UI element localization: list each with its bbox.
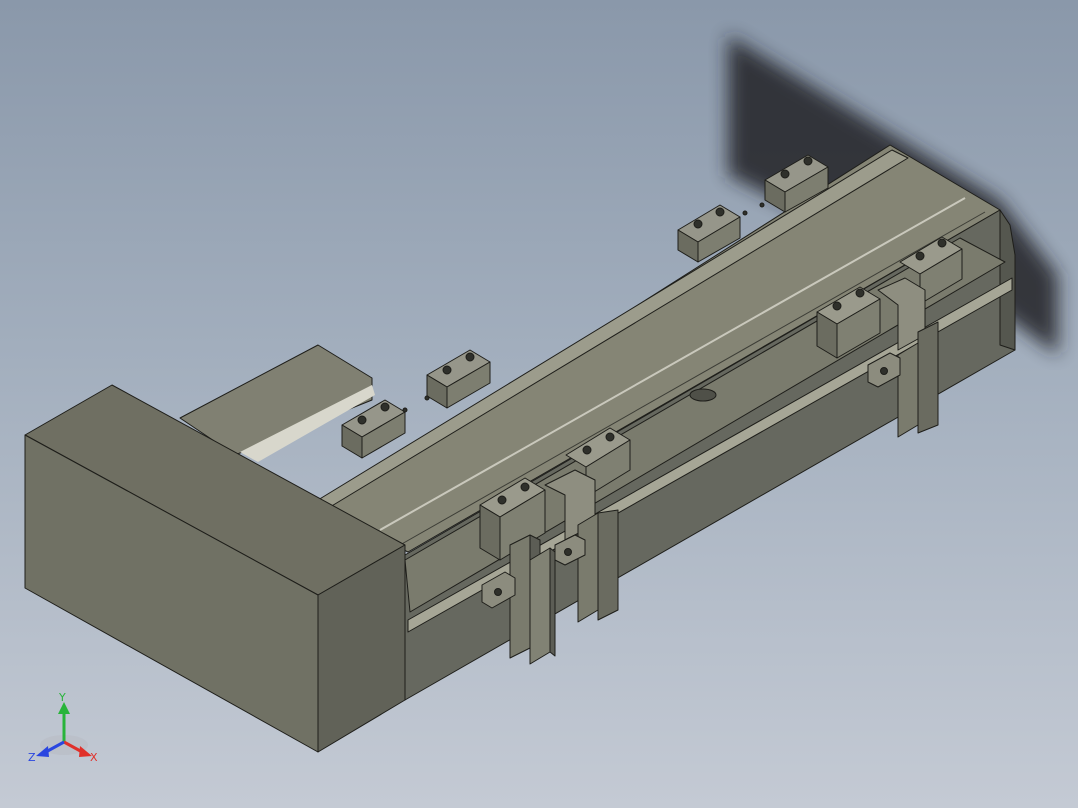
cad-viewport[interactable]: Y X Z xyxy=(0,0,1078,808)
bolt-hole-icon xyxy=(780,169,790,179)
sensor-post-front-2[interactable] xyxy=(529,547,556,665)
3d-model-view[interactable] xyxy=(0,0,1078,808)
bolt-hole-icon xyxy=(915,251,925,261)
bolt-hole-icon xyxy=(497,495,507,505)
mount-block-2[interactable] xyxy=(426,349,491,409)
bolt-hole-icon xyxy=(937,238,947,248)
bolt-hole-icon xyxy=(693,219,703,229)
screw-icon xyxy=(564,548,572,556)
bolt-hole-icon xyxy=(832,301,842,311)
rivet-icon xyxy=(742,210,748,216)
screw-icon xyxy=(494,588,502,596)
sensor-post-front-3[interactable] xyxy=(577,509,619,623)
bolt-hole-icon xyxy=(582,445,592,455)
rivet-icon xyxy=(759,202,765,208)
bolt-hole-icon xyxy=(520,482,530,492)
bolt-hole-icon xyxy=(803,156,813,166)
screw-icon xyxy=(880,367,888,375)
bolt-hole-icon xyxy=(442,365,452,375)
y-axis-label: Y xyxy=(58,691,66,704)
bolt-hole-icon xyxy=(605,432,615,442)
bolt-hole-icon xyxy=(357,415,367,425)
z-axis-label: Z xyxy=(28,751,36,764)
rivet-icon xyxy=(402,407,408,413)
center-hole xyxy=(689,388,717,402)
x-axis-label: X xyxy=(90,751,98,764)
bolt-hole-icon xyxy=(715,207,725,217)
bolt-hole-icon xyxy=(855,288,865,298)
rivet-icon xyxy=(424,395,430,401)
orientation-triad[interactable]: Y X Z xyxy=(24,690,114,770)
bolt-hole-icon xyxy=(380,402,390,412)
bolt-hole-icon xyxy=(465,352,475,362)
